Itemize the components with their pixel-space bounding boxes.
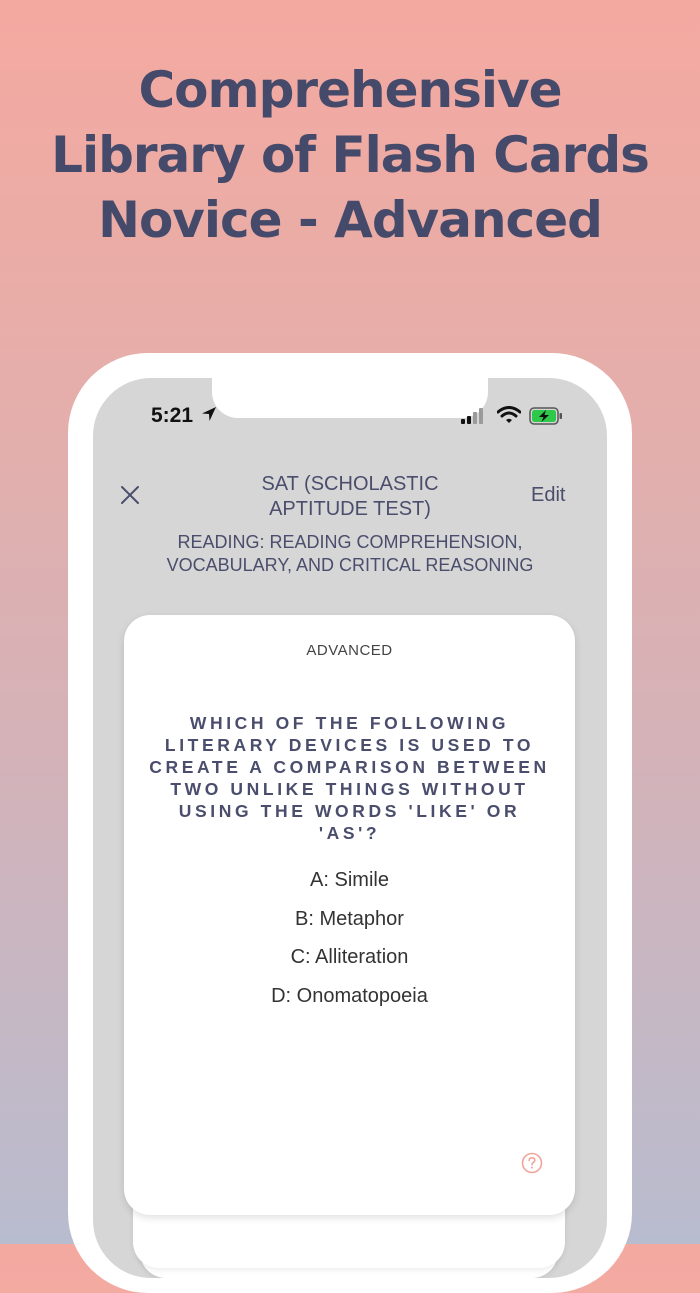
headline-line-1: Comprehensive [138,61,562,119]
signal-icon [461,408,487,429]
deck-subtitle: READING: READING COMPREHENSION, VOCABULA… [166,532,534,575]
battery-charging-icon [529,407,563,430]
option-a[interactable]: A: Simile [124,867,575,906]
headline-line-3: Novice - Advanced [98,191,603,249]
option-b[interactable]: B: Metaphor [124,906,575,945]
phone-screen: 5:21 SAT (SCHOLASTIC APTITUDE TEST) Edit… [93,378,607,1278]
phone-frame: 5:21 SAT (SCHOLASTIC APTITUDE TEST) Edit… [68,353,632,1293]
difficulty-label: ADVANCED [306,642,393,659]
flash-card[interactable]: ADVANCED WHICH OF THE FOLLOWING LITERARY… [124,615,575,1215]
option-d[interactable]: D: Onomatopoeia [124,983,575,1022]
phone-notch [212,378,488,418]
headline-line-2: Library of Flash Cards [51,126,650,184]
question-text: WHICH OF THE FOLLOWING LITERARY DEVICES … [149,713,550,843]
deck-title: SAT (SCHOLASTIC APTITUDE TEST) [261,473,439,520]
answer-options: A: Simile B: Metaphor C: Alliteration D:… [124,867,575,1021]
close-icon [120,485,140,510]
headline: Comprehensive Library of Flash Cards Nov… [0,58,700,253]
option-c[interactable]: C: Alliteration [124,944,575,983]
wifi-icon [496,406,522,429]
help-button[interactable] [521,1152,543,1174]
help-circle-icon [521,1152,543,1178]
edit-button[interactable]: Edit [531,484,565,507]
close-button[interactable] [115,482,145,512]
location-arrow-icon [201,406,217,427]
status-time: 5:21 [151,404,194,427]
